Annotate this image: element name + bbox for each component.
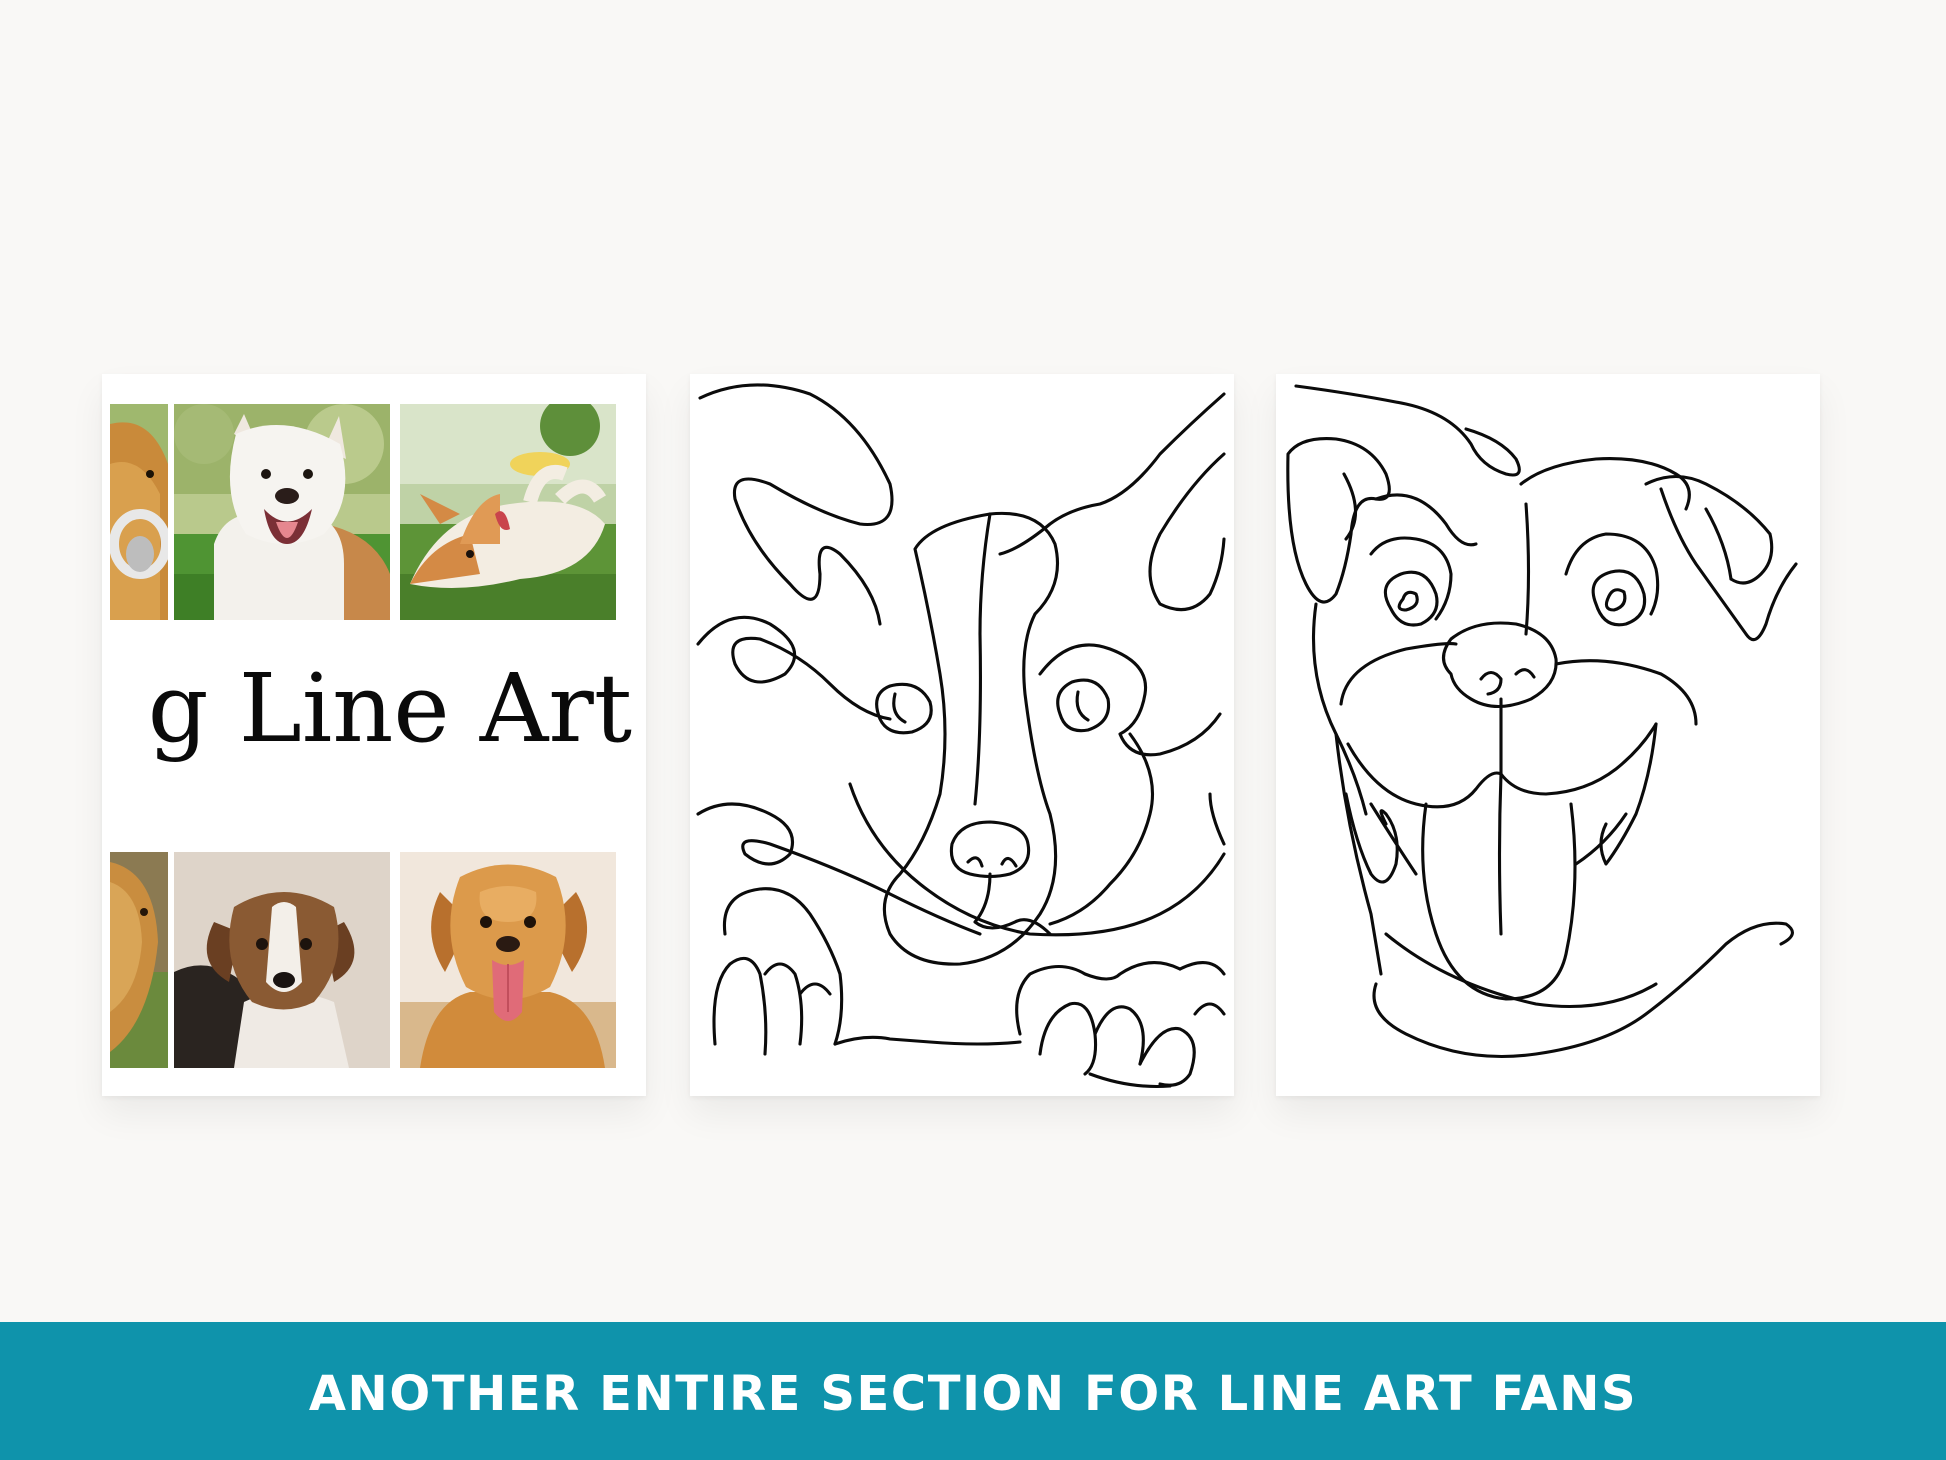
corgi-rolling-grass-photo xyxy=(400,404,616,620)
pitbull-line-art xyxy=(1286,384,1798,1059)
corgi-line-art-page xyxy=(690,374,1234,1096)
cover-page-card: g Line Art xyxy=(102,374,646,1096)
tricolor-puppy-photo xyxy=(174,852,390,1068)
banner-text: ANOTHER ENTIRE SECTION FOR LINE ART FANS xyxy=(308,1366,1638,1422)
golden-retriever-tongue-photo xyxy=(400,852,616,1068)
pitbull-line-art-page xyxy=(1276,374,1820,1096)
footer-banner: ANOTHER ENTIRE SECTION FOR LINE ART FANS xyxy=(0,1322,1946,1460)
white-pitbull-grass-photo xyxy=(174,404,390,620)
cover-title: g Line Art xyxy=(147,654,632,764)
golden-retriever-headphones-photo xyxy=(110,404,168,620)
corgi-line-art xyxy=(696,383,1226,1089)
golden-dog-partial-photo xyxy=(110,852,168,1068)
